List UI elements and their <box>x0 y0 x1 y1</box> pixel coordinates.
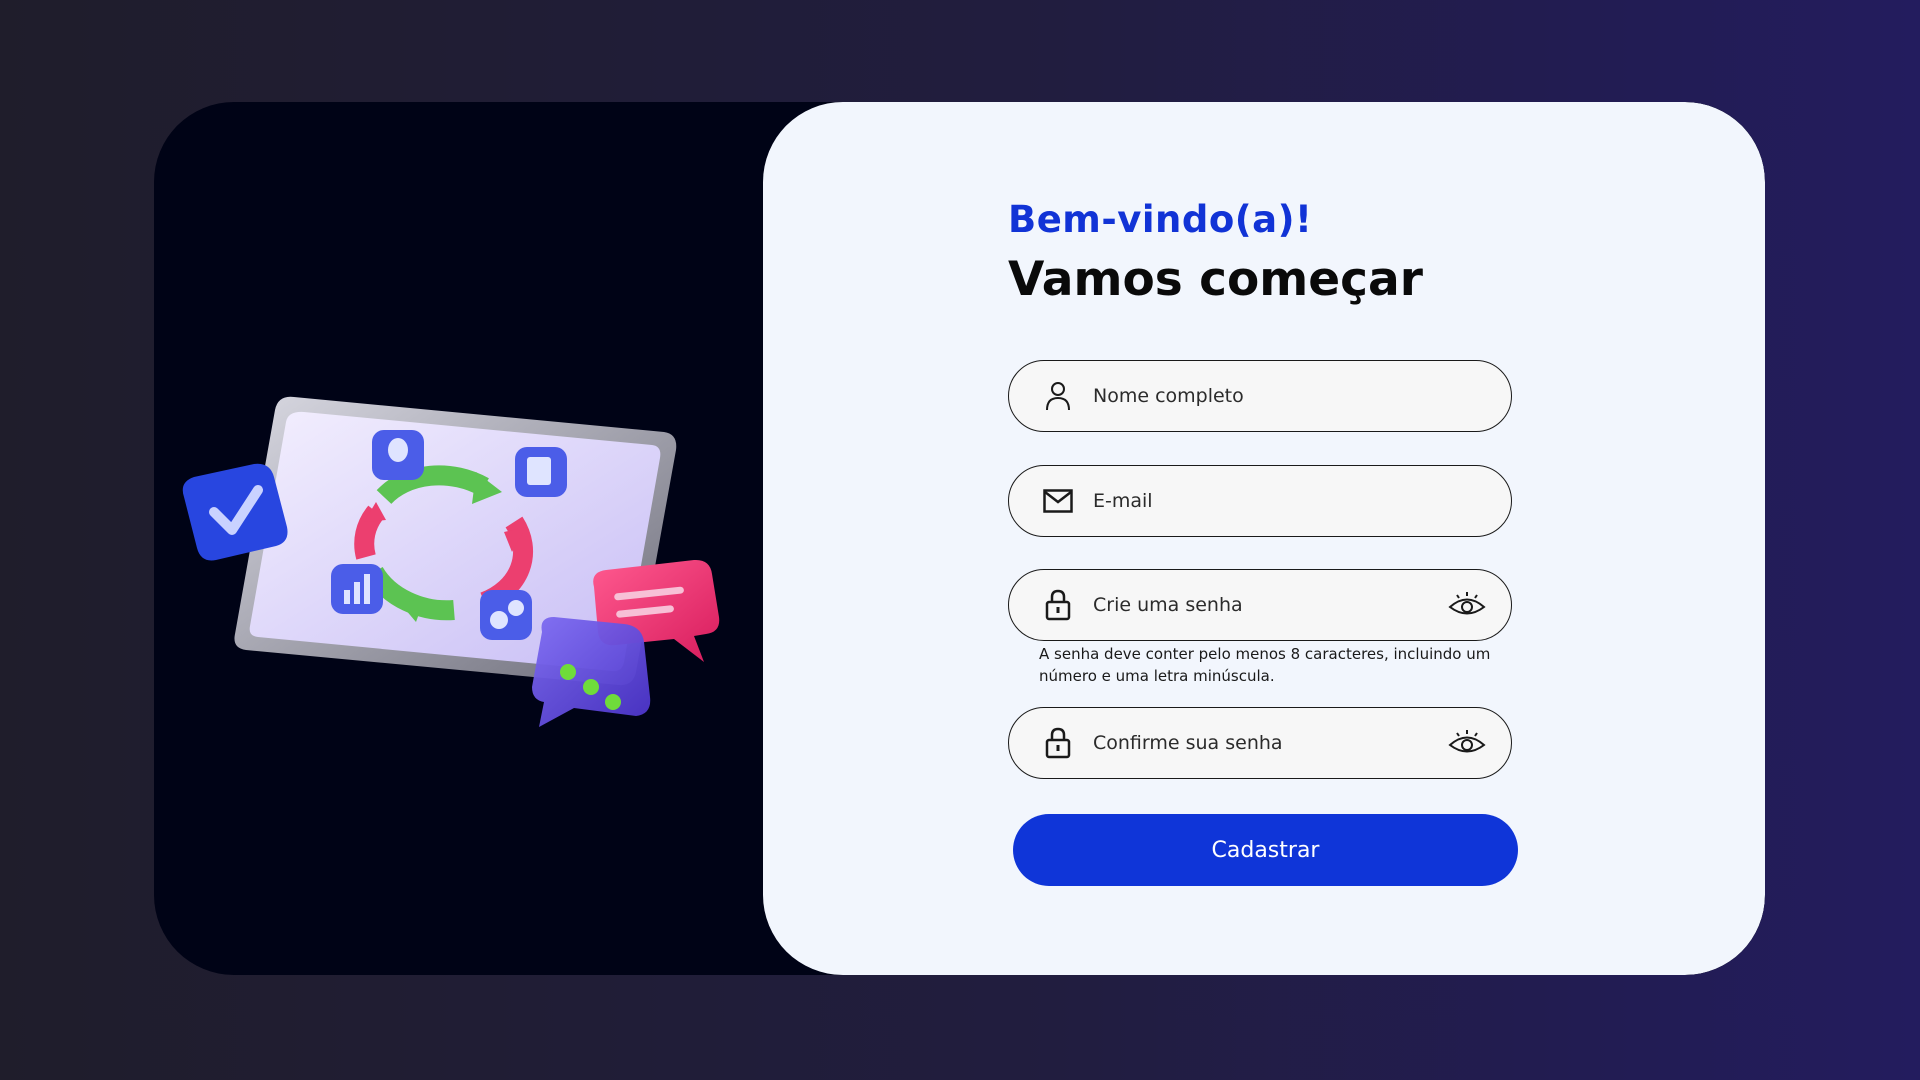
eye-icon[interactable] <box>1447 726 1487 760</box>
confirm-password-field[interactable] <box>1008 707 1512 779</box>
tablet-illustration <box>182 396 720 727</box>
mail-icon <box>1041 484 1075 518</box>
lock-icon <box>1041 726 1075 760</box>
submit-button[interactable]: Cadastrar <box>1013 814 1518 886</box>
password-field[interactable] <box>1008 569 1512 641</box>
signup-form-panel: Bem-vindo(a)! Vamos começar A <box>763 102 1765 975</box>
lock-icon <box>1041 588 1075 622</box>
message-bubble-icon <box>532 617 651 727</box>
password-input[interactable] <box>1093 594 1447 616</box>
welcome-heading: Bem-vindo(a)! <box>1008 198 1313 241</box>
confirm-password-input[interactable] <box>1093 732 1447 754</box>
illustration-panel <box>154 102 804 975</box>
page-title: Vamos começar <box>1008 252 1423 307</box>
eye-icon[interactable] <box>1447 588 1487 622</box>
email-field[interactable] <box>1008 465 1512 537</box>
email-input[interactable] <box>1093 490 1511 512</box>
check-badge-icon <box>182 463 288 561</box>
password-hint: A senha deve conter pelo menos 8 caracte… <box>1039 645 1491 685</box>
full-name-field[interactable] <box>1008 360 1512 432</box>
user-icon <box>1041 379 1075 413</box>
signup-card: Bem-vindo(a)! Vamos começar A <box>154 102 1765 975</box>
full-name-input[interactable] <box>1093 385 1511 407</box>
